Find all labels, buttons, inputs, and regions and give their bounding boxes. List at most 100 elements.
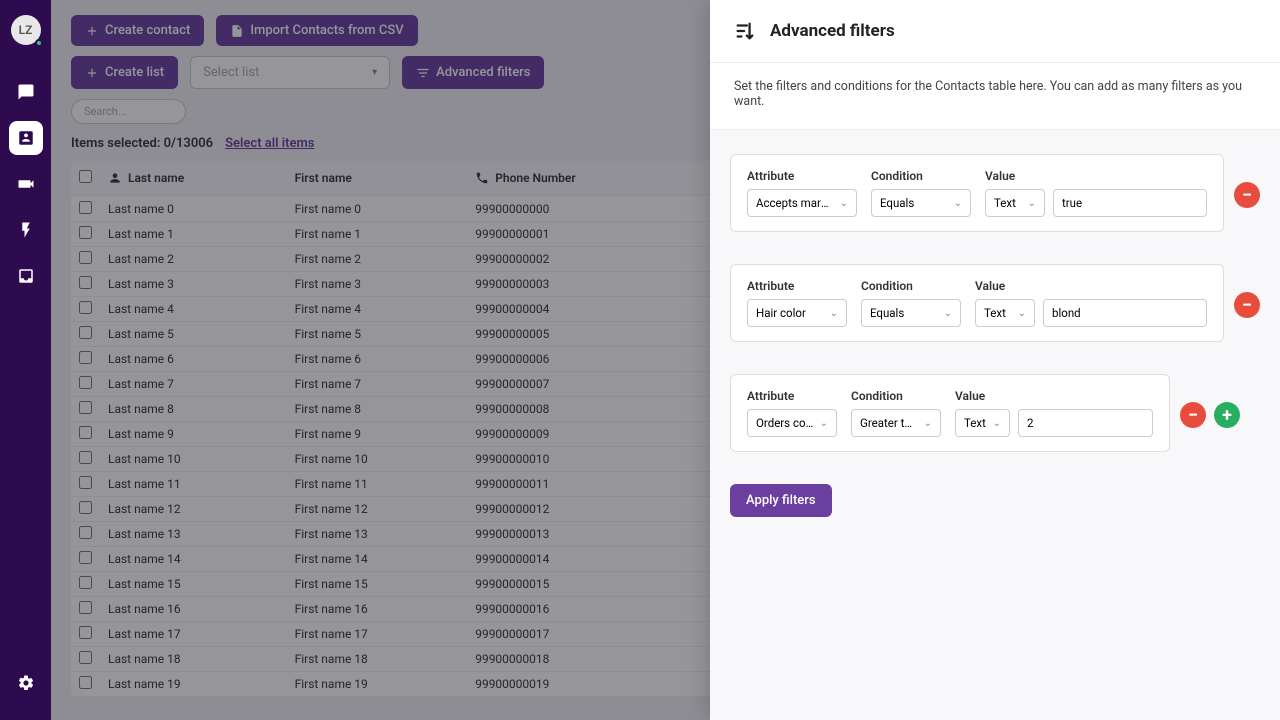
advanced-filters-label: Advanced filters bbox=[436, 65, 530, 80]
cell-phone: 99900000014 bbox=[467, 547, 703, 572]
filter-1-condition-select[interactable]: Equals⌄ bbox=[871, 189, 971, 217]
cell-first-name: First name 6 bbox=[287, 347, 468, 372]
cell-first-name: First name 19 bbox=[287, 672, 468, 697]
select-all-checkbox[interactable] bbox=[79, 170, 92, 183]
cell-phone: 99900000011 bbox=[467, 472, 703, 497]
search-input[interactable]: Search... bbox=[71, 99, 186, 124]
filter-row-2: Attribute Hair color⌄ Condition Equals⌄ … bbox=[730, 264, 1224, 342]
cell-first-name: First name 4 bbox=[287, 297, 468, 322]
cell-phone: 99900000010 bbox=[467, 447, 703, 472]
filter-2-value-type-select[interactable]: Text⌄ bbox=[975, 299, 1035, 327]
search-placeholder: Search... bbox=[84, 105, 127, 118]
row-checkbox[interactable] bbox=[79, 676, 92, 689]
row-checkbox[interactable] bbox=[79, 276, 92, 289]
filter-3-value-type-select[interactable]: Text⌄ bbox=[955, 409, 1010, 437]
apply-filters-label: Apply filters bbox=[746, 493, 816, 508]
row-checkbox[interactable] bbox=[79, 451, 92, 464]
filter-3-value-input[interactable]: 2 bbox=[1018, 409, 1153, 437]
plus-icon bbox=[85, 24, 99, 38]
inbox-icon[interactable] bbox=[9, 259, 43, 293]
import-csv-button[interactable]: Import Contacts from CSV bbox=[216, 15, 417, 46]
cell-phone: 99900000005 bbox=[467, 322, 703, 347]
row-checkbox[interactable] bbox=[79, 501, 92, 514]
filter-2-condition-select[interactable]: Equals⌄ bbox=[861, 299, 961, 327]
row-checkbox[interactable] bbox=[79, 551, 92, 564]
cell-first-name: First name 3 bbox=[287, 272, 468, 297]
remove-filter-2-button[interactable]: − bbox=[1234, 292, 1260, 318]
row-checkbox[interactable] bbox=[79, 426, 92, 439]
megaphone-icon[interactable] bbox=[9, 167, 43, 201]
filter-3-attribute-select[interactable]: Orders count⌄ bbox=[747, 409, 837, 437]
filter-2-attribute-select[interactable]: Hair color⌄ bbox=[747, 299, 847, 327]
apply-filters-button[interactable]: Apply filters bbox=[730, 484, 832, 517]
filter-2-value-input[interactable]: blond bbox=[1043, 299, 1207, 327]
create-list-button[interactable]: Create list bbox=[71, 56, 178, 89]
filter-1-value-input[interactable]: true bbox=[1053, 189, 1207, 217]
advanced-filters-button[interactable]: Advanced filters bbox=[402, 56, 544, 89]
bolt-icon[interactable] bbox=[9, 213, 43, 247]
row-checkbox[interactable] bbox=[79, 601, 92, 614]
label-attribute: Attribute bbox=[747, 169, 857, 183]
row-checkbox[interactable] bbox=[79, 576, 92, 589]
row-checkbox[interactable] bbox=[79, 326, 92, 339]
row-checkbox[interactable] bbox=[79, 651, 92, 664]
row-checkbox[interactable] bbox=[79, 476, 92, 489]
phone-icon bbox=[475, 171, 489, 185]
row-checkbox[interactable] bbox=[79, 201, 92, 214]
cell-first-name: First name 15 bbox=[287, 572, 468, 597]
cell-phone: 99900000007 bbox=[467, 372, 703, 397]
filter-1-attribute-select[interactable]: Accepts marketi...⌄ bbox=[747, 189, 857, 217]
row-checkbox[interactable] bbox=[79, 526, 92, 539]
cell-phone: 99900000002 bbox=[467, 247, 703, 272]
label-condition: Condition bbox=[851, 389, 941, 403]
select-all-link[interactable]: Select all items bbox=[225, 136, 314, 151]
filter-icon bbox=[416, 66, 430, 80]
import-csv-label: Import Contacts from CSV bbox=[250, 23, 403, 38]
col-phone: Phone Number bbox=[495, 171, 575, 185]
row-checkbox[interactable] bbox=[79, 226, 92, 239]
cell-phone: 99900000000 bbox=[467, 196, 703, 222]
contacts-icon[interactable] bbox=[9, 121, 43, 155]
cell-phone: 99900000017 bbox=[467, 622, 703, 647]
cell-phone: 99900000013 bbox=[467, 522, 703, 547]
cell-phone: 99900000012 bbox=[467, 497, 703, 522]
remove-filter-1-button[interactable]: − bbox=[1234, 182, 1260, 208]
chevron-down-icon: ⌄ bbox=[954, 198, 962, 209]
gear-icon[interactable] bbox=[9, 666, 43, 700]
cell-last-name: Last name 3 bbox=[100, 272, 287, 297]
cell-phone: 99900000003 bbox=[467, 272, 703, 297]
cell-first-name: First name 1 bbox=[287, 222, 468, 247]
row-checkbox[interactable] bbox=[79, 401, 92, 414]
row-checkbox[interactable] bbox=[79, 301, 92, 314]
cell-last-name: Last name 1 bbox=[100, 222, 287, 247]
label-value: Value bbox=[955, 389, 1153, 403]
remove-filter-3-button[interactable]: − bbox=[1180, 402, 1206, 428]
cell-first-name: First name 11 bbox=[287, 472, 468, 497]
select-list-dropdown[interactable]: Select list ▾ bbox=[190, 56, 390, 89]
row-checkbox[interactable] bbox=[79, 251, 92, 264]
drawer-description: Set the filters and conditions for the C… bbox=[710, 63, 1280, 130]
cell-last-name: Last name 17 bbox=[100, 622, 287, 647]
cell-phone: 99900000001 bbox=[467, 222, 703, 247]
filter-1-value-type-select[interactable]: Text⌄ bbox=[985, 189, 1045, 217]
cell-phone: 99900000008 bbox=[467, 397, 703, 422]
cell-first-name: First name 9 bbox=[287, 422, 468, 447]
row-checkbox[interactable] bbox=[79, 376, 92, 389]
row-checkbox[interactable] bbox=[79, 626, 92, 639]
cell-last-name: Last name 4 bbox=[100, 297, 287, 322]
chevron-down-icon: ⌄ bbox=[1018, 308, 1026, 319]
cell-first-name: First name 13 bbox=[287, 522, 468, 547]
cell-first-name: First name 5 bbox=[287, 322, 468, 347]
label-value: Value bbox=[985, 169, 1207, 183]
cell-first-name: First name 8 bbox=[287, 397, 468, 422]
chat-icon[interactable] bbox=[9, 75, 43, 109]
create-contact-button[interactable]: Create contact bbox=[71, 15, 204, 46]
add-filter-button[interactable]: + bbox=[1214, 402, 1240, 428]
avatar[interactable]: LZ bbox=[11, 15, 41, 45]
filter-3-condition-select[interactable]: Greater than⌄ bbox=[851, 409, 941, 437]
create-list-label: Create list bbox=[105, 65, 164, 80]
cell-first-name: First name 10 bbox=[287, 447, 468, 472]
row-checkbox[interactable] bbox=[79, 351, 92, 364]
cell-first-name: First name 7 bbox=[287, 372, 468, 397]
col-last-name: Last name bbox=[128, 171, 184, 185]
